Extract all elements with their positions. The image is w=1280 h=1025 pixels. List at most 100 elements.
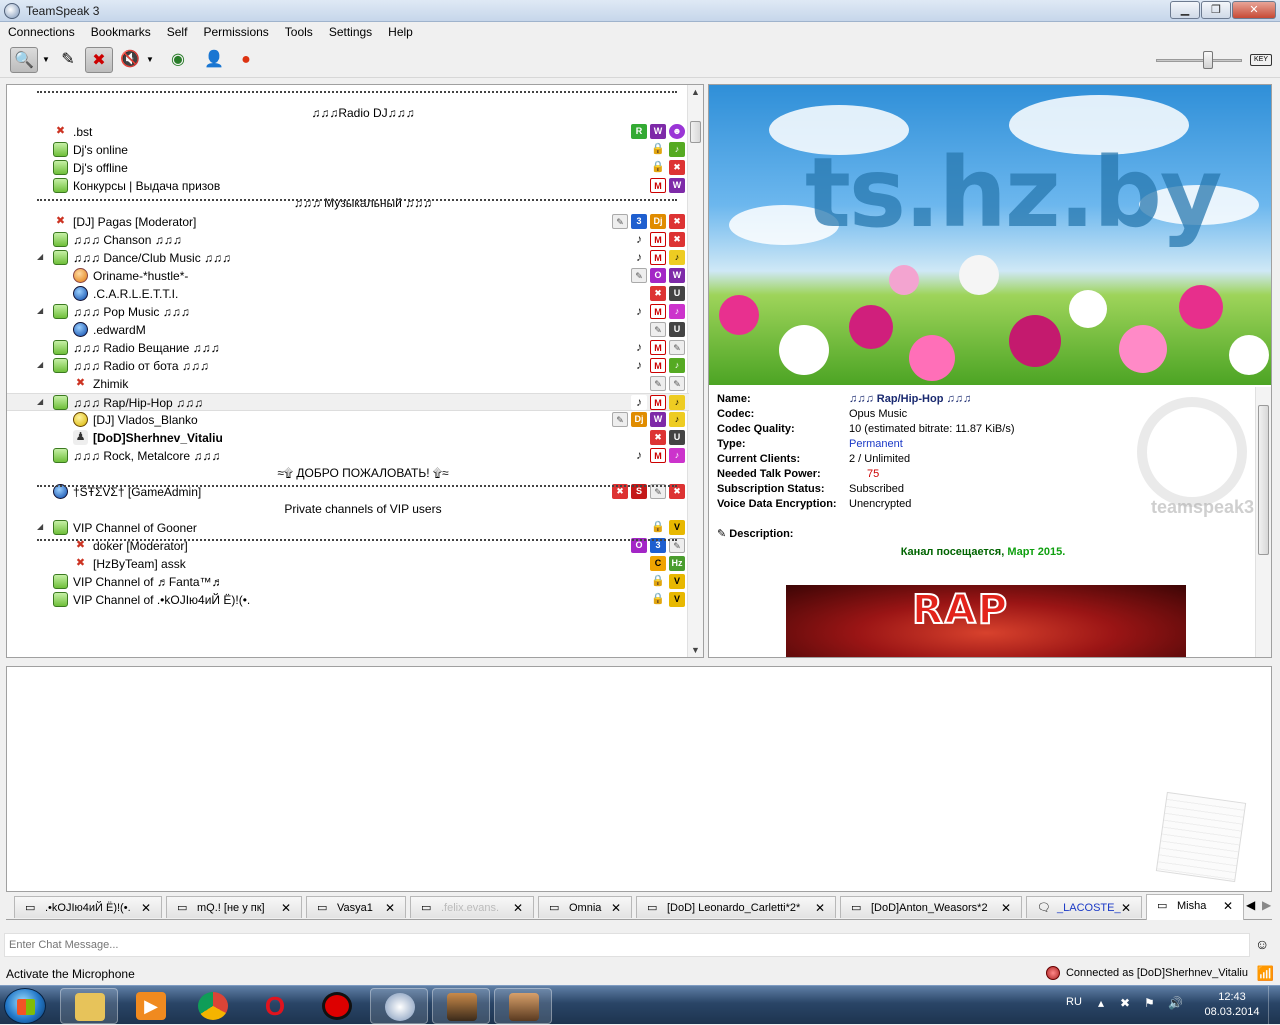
explorer-icon[interactable] (60, 988, 118, 1024)
chat-tab[interactable]: ▭ Misha ✕ (1146, 894, 1244, 920)
opera-icon[interactable]: O (246, 988, 304, 1024)
away-icon[interactable]: ✎ (54, 47, 82, 73)
client-row[interactable]: ♟ [DoD]Sherhnev_Vitaliu ✖ U (7, 429, 689, 447)
menu-self[interactable]: Self (159, 22, 196, 42)
spacer-title[interactable]: ≈۩ ДОБРО ПОЖАЛОВАТЬ! ۩≈ (113, 466, 613, 481)
chat-tab[interactable]: ▭ [DoD] Leonardo_Carletti*2* ✕ (636, 896, 836, 918)
expand-arrow-icon[interactable]: ◢ (37, 522, 43, 531)
client-row[interactable]: [DJ] Vlados_Blanko ✎ Dj W ♪ (7, 411, 689, 429)
recorder-icon[interactable] (308, 988, 366, 1024)
emoticon-icon[interactable]: ☺ (1255, 936, 1269, 952)
spacer-title[interactable]: Private channels of VIP users (113, 502, 613, 516)
close-icon[interactable]: ✕ (1121, 901, 1131, 915)
close-icon[interactable]: ✕ (385, 901, 395, 915)
game-icon-1[interactable] (432, 988, 490, 1024)
mute-microphone-icon[interactable]: ✖ (85, 47, 113, 73)
chat-tab[interactable]: 🗨 _LACOSTE_ ✕ (1026, 896, 1142, 918)
game-icon-2[interactable] (494, 988, 552, 1024)
channel-row[interactable]: ♫♫♫ Rock, Metalcore ♫♫♫ ♪ M ♪ (7, 447, 689, 465)
chat-tab[interactable]: ▭ mQ.! [не у пк] ✕ (166, 896, 302, 918)
close-button[interactable]: ✕ (1232, 1, 1276, 19)
channel-row[interactable]: ✖ .bst R W ☻ (7, 123, 689, 141)
maximize-button[interactable]: ❐ (1201, 1, 1231, 19)
chat-tab[interactable]: ▭ .felix.evans. ✕ (410, 896, 534, 918)
menu-help[interactable]: Help (380, 22, 421, 42)
channel-row[interactable]: ♫♫♫ Radio Вещание ♫♫♫ ♪ M ✎ (7, 339, 689, 357)
chat-log[interactable] (6, 666, 1272, 892)
whisper-icon[interactable]: ● (232, 47, 260, 73)
chat-tab[interactable]: ▭ Omnia ✕ (538, 896, 632, 918)
tab-scroll-right-icon[interactable]: ▶ (1262, 898, 1271, 912)
speakers-dropdown-icon[interactable]: ▼ (144, 47, 156, 73)
channel-row[interactable]: ◢ VIP Channel of Gooner 🔒 V (7, 519, 689, 537)
media-player-icon[interactable]: ▶ (122, 988, 180, 1024)
channel-row[interactable]: ◢ ♫♫♫ Rap/Hip-Hop ♫♫♫ ♪ M ♪ (7, 393, 689, 411)
channel-row[interactable]: VIP Channel of ♬Fanta™♬ 🔒 V (7, 573, 689, 591)
close-icon[interactable]: ✕ (815, 901, 825, 915)
menu-settings[interactable]: Settings (321, 22, 380, 42)
chat-input[interactable] (5, 934, 1249, 956)
scroll-up-icon[interactable]: ▲ (691, 87, 700, 97)
teamspeak-icon[interactable] (370, 988, 428, 1024)
close-icon[interactable]: ✕ (611, 901, 621, 915)
close-icon[interactable]: ✕ (1223, 899, 1233, 913)
minimize-button[interactable]: ▁ (1170, 1, 1200, 19)
channel-row[interactable]: ♫♫♫ Chanson ♫♫♫ ♪ M ✖ (7, 231, 689, 249)
spacer-title[interactable]: ♫♫♫Radio DJ♫♫♫ (113, 106, 613, 120)
client-row[interactable]: ✖ Zhimik ✎ ✎ (7, 375, 689, 393)
channel-row[interactable]: Dj's offline 🔒 ✖ (7, 159, 689, 177)
client-row[interactable]: Oriname-*hustle*- ✎ O W (7, 267, 689, 285)
expand-arrow-icon[interactable]: ◢ (37, 397, 43, 406)
client-row[interactable]: .edwardM ✎ U (7, 321, 689, 339)
close-icon[interactable]: ✕ (513, 901, 523, 915)
action-center-icon[interactable]: ⚑ (1144, 996, 1155, 1010)
tree-scrollbar[interactable]: ▲ ▼ (687, 85, 703, 657)
info-scrollbar[interactable] (1255, 387, 1271, 657)
hotkey-icon[interactable]: KEY (1250, 54, 1272, 66)
show-desktop-button[interactable] (1268, 986, 1280, 1025)
show-hidden-icons-icon[interactable]: ▴ (1098, 996, 1104, 1010)
connect-icon[interactable]: 🔍 (10, 47, 38, 73)
channel-row[interactable]: VIP Channel of .•kOJIю4иЙ Ё)!(•. 🔒 V (7, 591, 689, 609)
tab-scroll-left-icon[interactable]: ◀ (1246, 898, 1255, 912)
menu-connections[interactable]: Connections (0, 22, 83, 42)
info-value[interactable]: Permanent (849, 438, 903, 450)
expand-arrow-icon[interactable]: ◢ (37, 306, 43, 315)
menu-tools[interactable]: Tools (277, 22, 321, 42)
close-icon[interactable]: ✕ (281, 901, 291, 915)
tree-scroll-thumb[interactable] (690, 121, 701, 143)
close-icon[interactable]: ✕ (1001, 901, 1011, 915)
clock-time[interactable]: 12:43 (1200, 991, 1264, 1003)
user-status-icon[interactable]: 👤 (200, 47, 228, 73)
close-icon[interactable]: ✕ (141, 901, 151, 915)
clock-date[interactable]: 08.03.2014 (1200, 1006, 1264, 1018)
start-button[interactable] (4, 988, 46, 1024)
channel-row[interactable]: Конкурсы | Выдача призов M W (7, 177, 689, 195)
expand-arrow-icon[interactable]: ◢ (37, 252, 43, 261)
scroll-down-icon[interactable]: ▼ (691, 645, 700, 655)
chat-tab[interactable]: ▭ Vasya1 ✕ (306, 896, 406, 918)
network-icon[interactable]: ✖ (1120, 996, 1130, 1010)
client-row[interactable]: .C.A.R.L.E.T.T.I. ✖ U (7, 285, 689, 303)
menu-permissions[interactable]: Permissions (195, 22, 276, 42)
chat-tab[interactable]: ▭ .•kOJIю4иЙ Ё)!(•. ✕ (14, 896, 162, 918)
channel-row[interactable]: ◢ ♫♫♫ Pop Music ♫♫♫ ♪ M ♪ (7, 303, 689, 321)
volume-slider-thumb[interactable] (1203, 51, 1213, 69)
expand-arrow-icon[interactable]: ◢ (37, 360, 43, 369)
language-indicator[interactable]: RU (1066, 996, 1082, 1008)
channel-row[interactable]: ◢ ♫♫♫ Radio от бота ♫♫♫ ♪ M ♪ (7, 357, 689, 375)
volume-slider[interactable] (1156, 59, 1242, 62)
screenshot-icon[interactable]: ◉ (164, 47, 192, 73)
client-row[interactable]: ✖ [HzByTeam] assk C Hz (7, 555, 689, 573)
mute-speakers-icon[interactable]: 🔇 (116, 47, 144, 73)
connect-dropdown-icon[interactable]: ▼ (40, 47, 52, 73)
menu-bookmarks[interactable]: Bookmarks (83, 22, 159, 42)
channel-row[interactable]: ✖ [DJ] Pagas [Moderator] ✎ 3 Dj ✖ (7, 213, 689, 231)
info-scroll-thumb[interactable] (1258, 405, 1269, 555)
channel-tree[interactable]: ▲ ▼ ♫♫♫Radio DJ♫♫♫ ✖ .bst R W ☻ Dj's online 🔒 ♪ D… (6, 84, 704, 658)
chat-tab[interactable]: ▭ [DoD]Anton_Weasors*2 ✕ (840, 896, 1022, 918)
channel-row[interactable]: Dj's online 🔒 ♪ (7, 141, 689, 159)
volume-tray-icon[interactable]: 🔊 (1168, 996, 1183, 1010)
channel-row[interactable]: ◢ ♫♫♫ Dance/Club Music ♫♫♫ ♪ M ♪ (7, 249, 689, 267)
chrome-icon[interactable] (184, 988, 242, 1024)
